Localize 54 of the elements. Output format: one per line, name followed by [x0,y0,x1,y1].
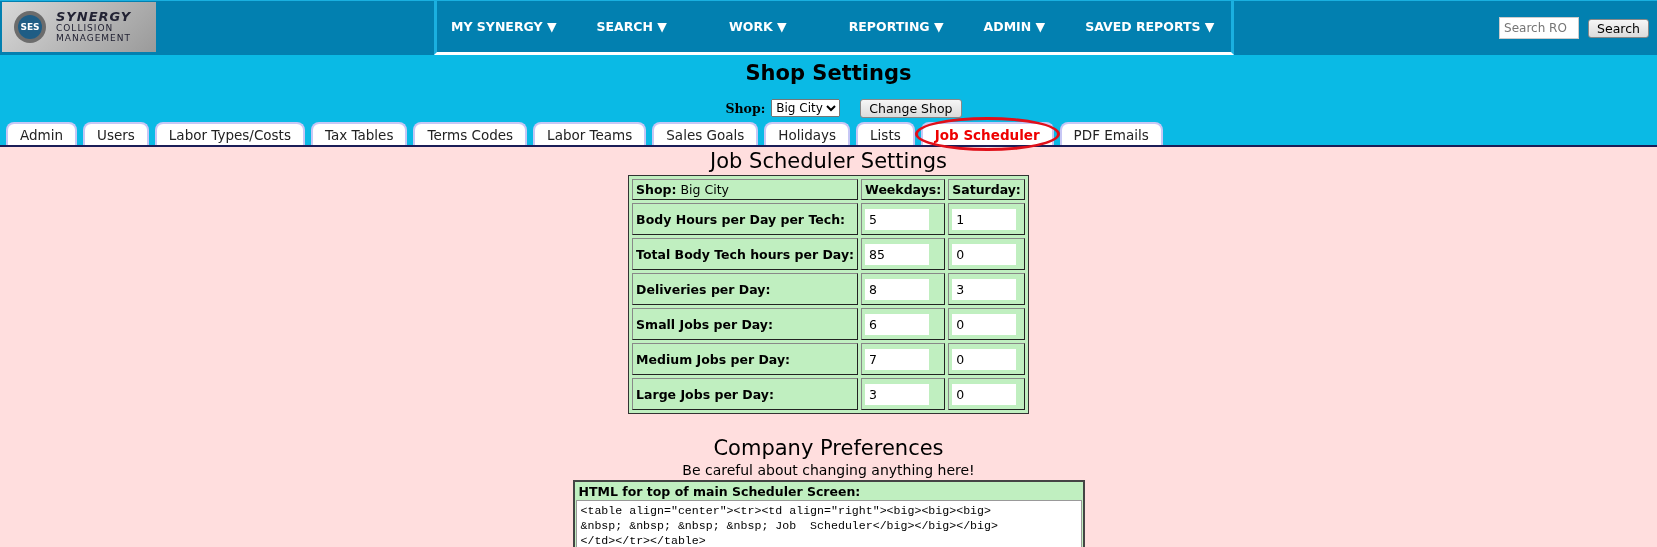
search-field[interactable]: Search RO [1499,17,1580,39]
search-button[interactable]: Search [1588,18,1649,38]
row-label: Body Hours per Day per Tech: [632,203,859,235]
settings-tab[interactable]: Users [83,122,149,145]
html-text-area[interactable]: <table align="center"><tr><td align="right"><big><big><big> &nbsp; &nbsp; &nbsp; &nbsp; Job Scheduler</big></big></big> </td></tr></table> [575,500,1082,547]
change-shop-button[interactable]: Change Shop [860,98,962,118]
number-field[interactable]: 0 [952,243,1017,265]
logo-text: SYNERGY [56,9,132,24]
number-field[interactable]: 1 [952,208,1017,230]
settings-tab[interactable]: Labor Teams [533,122,647,145]
table-cell: Shop: Big City [632,179,859,200]
settings-tab[interactable]: Lists [856,122,915,145]
settings-tab[interactable]: Terms Codes [413,122,528,145]
settings-tab[interactable]: Job Scheduler [920,122,1054,145]
row-label: Total Body Tech hours per Day: [632,238,859,270]
number-field[interactable]: 5 [865,208,930,230]
number-field[interactable]: 0 [952,348,1017,370]
settings-tab[interactable]: Labor Types/Costs [154,122,305,145]
row-label: Small Jobs per Day: [632,308,859,340]
number-field[interactable]: 3 [952,278,1017,300]
number-field[interactable]: 85 [865,243,930,265]
number-field[interactable]: 7 [865,348,930,370]
logo-text: COLLISION [56,24,115,34]
field-label: HTML for top of main Scheduler Screen: [577,483,862,500]
logo-initials: SES [20,22,40,32]
column-header: Weekdays: [861,179,946,200]
shop-dropdown[interactable]: Big City [771,99,841,117]
settings-tab[interactable]: Admin [6,122,78,145]
nav-menu-item[interactable]: REPORTING ▼ [848,19,944,34]
section-title: Company Preferences [713,435,944,462]
column-header: Saturday: [948,179,1025,200]
nav-menu-item[interactable]: ADMIN ▼ [983,19,1046,34]
page-title: Shop Settings [744,60,913,87]
number-field[interactable]: 0 [952,383,1017,405]
logo-text: MANAGEMENT [56,34,132,45]
nav-menu-item[interactable]: SEARCH ▼ [596,19,667,34]
number-field[interactable]: 8 [865,278,930,300]
row-label: Large Jobs per Day: [632,378,859,410]
number-field[interactable]: 3 [865,383,930,405]
section-title: Job Scheduler Settings [710,148,947,175]
settings-tab[interactable]: Holidays [764,122,851,145]
settings-tab[interactable]: Sales Goals [652,122,759,145]
row-label: Medium Jobs per Day: [632,343,859,375]
nav-menu-item[interactable]: SAVED REPORTS ▼ [1085,19,1215,34]
shop-label: Shop: [725,100,766,116]
row-label: Deliveries per Day: [632,273,859,305]
number-field[interactable]: 0 [952,313,1017,335]
nav-menu-item[interactable]: MY SYNERGY ▼ [451,19,557,34]
warning-text: Be careful about changing anything here! [682,462,975,478]
number-field[interactable]: 6 [865,313,930,335]
nav-menu-item[interactable]: WORK ▼ [729,19,787,34]
logo[interactable]: SES SYNERGY COLLISION MANAGEMENT [2,2,156,52]
settings-tab[interactable]: Tax Tables [310,122,408,145]
settings-tab[interactable]: PDF Emails [1059,122,1163,145]
